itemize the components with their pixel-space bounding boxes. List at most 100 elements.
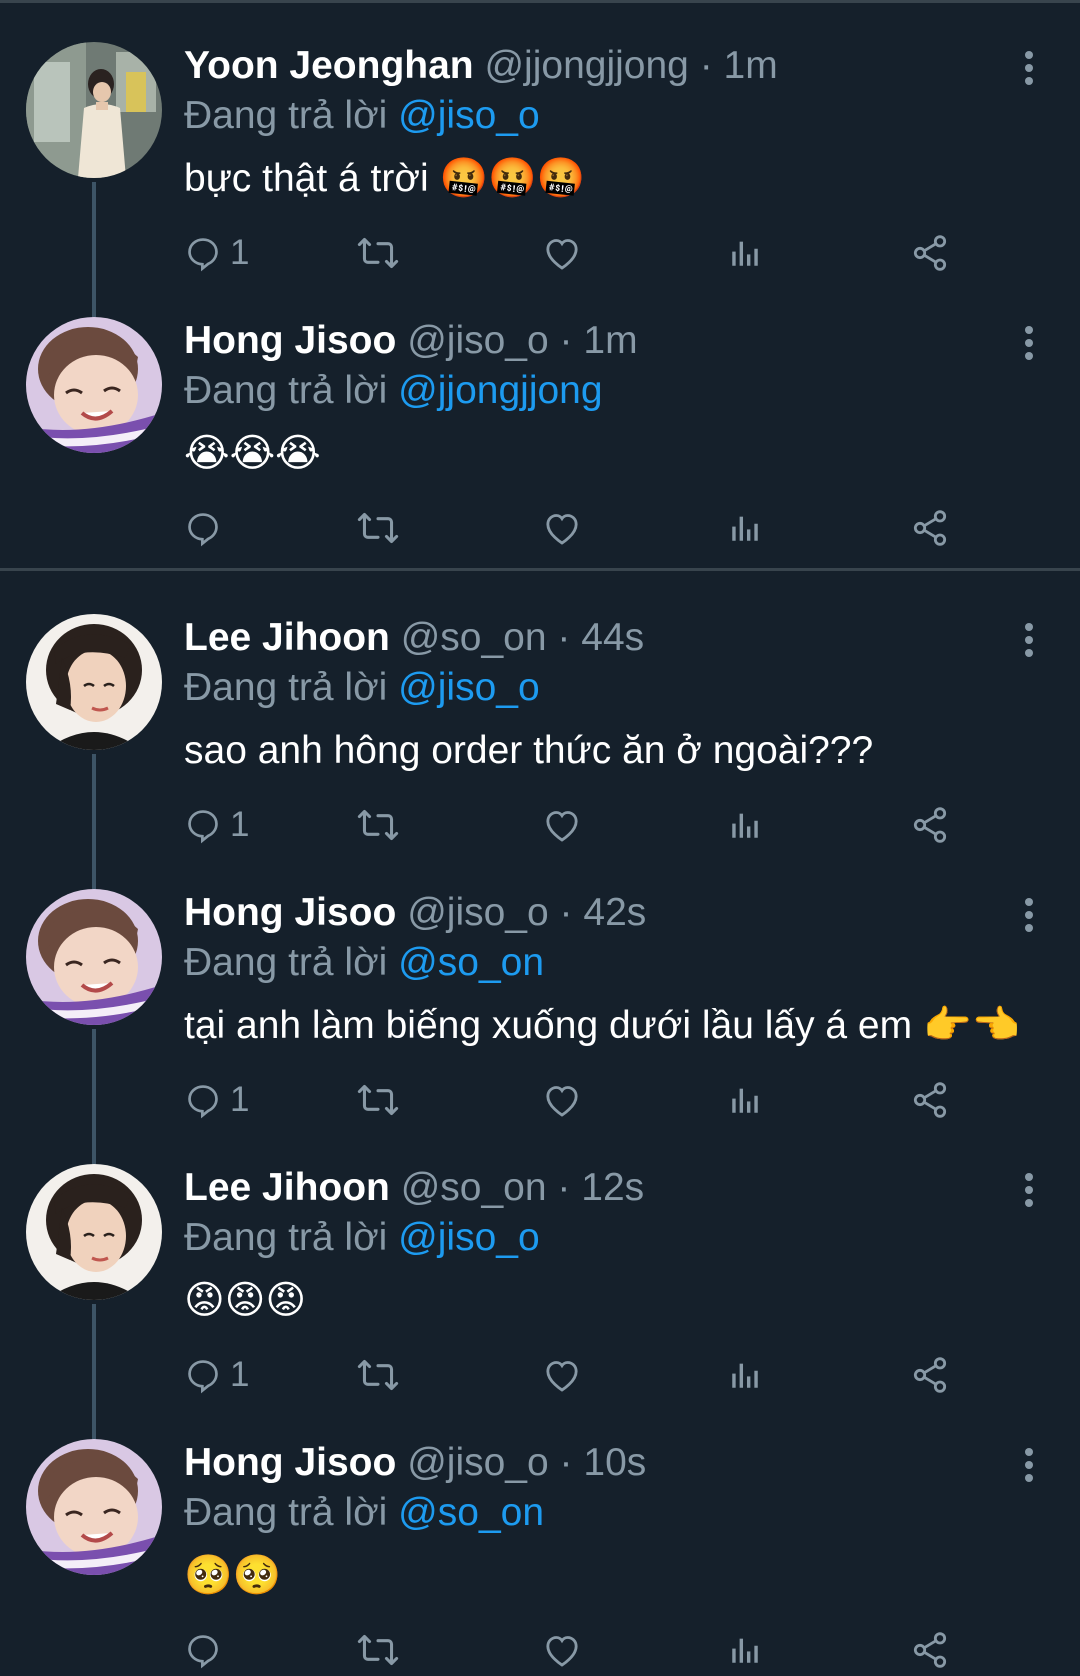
- tweet[interactable]: Lee Jihoon @so_on · 44s Đang trả lời @ji…: [0, 572, 1080, 891]
- tweet[interactable]: Yoon Jeonghan @jjongjjong · 1m Đang trả …: [0, 0, 1080, 319]
- separator-dot: ·: [559, 891, 573, 934]
- timestamp[interactable]: 44s: [581, 616, 644, 659]
- analytics-button[interactable]: [728, 503, 762, 553]
- more-options-icon[interactable]: [1024, 50, 1034, 86]
- timestamp[interactable]: 1m: [724, 44, 778, 87]
- reply-context: Đang trả lời @so_on: [184, 939, 1060, 987]
- reply-mention[interactable]: @jiso_o: [398, 94, 540, 137]
- heart-icon: [546, 1361, 578, 1392]
- tweet-text: 🥺🥺: [184, 1551, 1060, 1601]
- analytics-icon: [732, 813, 758, 838]
- user-handle[interactable]: @so_on: [401, 616, 547, 659]
- retweet-icon: [357, 1634, 399, 1666]
- timestamp[interactable]: 12s: [581, 1166, 644, 1209]
- share-button[interactable]: [910, 1350, 950, 1400]
- retweet-button[interactable]: [356, 1075, 400, 1125]
- retweet-button[interactable]: [356, 800, 400, 850]
- more-options-icon[interactable]: [1024, 1172, 1034, 1208]
- tweet[interactable]: Hong Jisoo @jiso_o · 42s Đang trả lời @s…: [0, 847, 1080, 1166]
- reply-icon: [188, 238, 218, 272]
- tweet[interactable]: Lee Jihoon @so_on · 12s Đang trả lời @ji…: [0, 1122, 1080, 1441]
- like-button[interactable]: [542, 1075, 582, 1125]
- user-handle[interactable]: @jiso_o: [407, 891, 549, 934]
- share-icon: [913, 235, 947, 271]
- display-name[interactable]: Hong Jisoo: [184, 891, 396, 934]
- more-options-icon[interactable]: [1024, 1447, 1034, 1483]
- analytics-button[interactable]: [728, 1625, 762, 1675]
- reply-button[interactable]: [184, 503, 230, 553]
- reply-mention[interactable]: @so_on: [398, 1491, 544, 1534]
- retweet-button[interactable]: [356, 228, 400, 278]
- retweet-button[interactable]: [356, 1350, 400, 1400]
- avatar-jeonghan-image: [26, 42, 162, 178]
- reply-mention[interactable]: @jiso_o: [398, 666, 540, 709]
- reply-icon: [188, 1360, 218, 1394]
- display-name[interactable]: Yoon Jeonghan: [184, 44, 474, 87]
- retweet-button[interactable]: [356, 1625, 400, 1675]
- reply-button[interactable]: 1: [184, 228, 249, 278]
- tweet[interactable]: Hong Jisoo @jiso_o · 10s Đang trả lời @s…: [0, 1397, 1080, 1672]
- user-handle[interactable]: @so_on: [401, 1166, 547, 1209]
- tweet-body: tại anh làm biếng xuống dưới lầu lấy á e…: [184, 1004, 913, 1047]
- more-options-icon[interactable]: [1024, 622, 1034, 658]
- like-button[interactable]: [542, 503, 582, 553]
- avatar[interactable]: [26, 1439, 162, 1575]
- user-handle[interactable]: @jjongjjong: [484, 44, 688, 87]
- separator-dot: ·: [557, 616, 571, 659]
- timestamp[interactable]: 42s: [583, 891, 646, 934]
- heart-icon: [546, 239, 578, 270]
- reply-prefix: Đang trả lời: [184, 941, 388, 984]
- like-button[interactable]: [542, 1625, 582, 1675]
- share-button[interactable]: [910, 1625, 950, 1675]
- heart-icon: [546, 1086, 578, 1117]
- like-button[interactable]: [542, 1350, 582, 1400]
- avatar[interactable]: [26, 317, 162, 453]
- analytics-button[interactable]: [728, 800, 762, 850]
- share-button[interactable]: [910, 503, 950, 553]
- display-name[interactable]: Hong Jisoo: [184, 319, 396, 362]
- reply-context: Đang trả lời @jjongjjong: [184, 367, 1060, 415]
- reply-mention[interactable]: @so_on: [398, 941, 544, 984]
- more-options-icon[interactable]: [1024, 897, 1034, 933]
- display-name[interactable]: Hong Jisoo: [184, 1441, 396, 1484]
- share-icon: [913, 1632, 947, 1668]
- user-handle[interactable]: @jiso_o: [407, 1441, 549, 1484]
- reply-mention[interactable]: @jjongjjong: [398, 369, 602, 412]
- share-button[interactable]: [910, 800, 950, 850]
- timestamp[interactable]: 10s: [583, 1441, 646, 1484]
- avatar[interactable]: [26, 614, 162, 750]
- tweet-actions: 1: [184, 1075, 1034, 1125]
- share-button[interactable]: [910, 228, 950, 278]
- tweet-actions: [184, 1625, 1034, 1675]
- share-button[interactable]: [910, 1075, 950, 1125]
- reply-button[interactable]: [184, 1625, 230, 1675]
- avatar[interactable]: [26, 1164, 162, 1300]
- timestamp[interactable]: 1m: [583, 319, 637, 362]
- tweet-actions: 1: [184, 800, 1034, 850]
- avatar[interactable]: [26, 42, 162, 178]
- reply-prefix: Đang trả lời: [184, 94, 388, 137]
- reply-context: Đang trả lời @jiso_o: [184, 92, 1060, 140]
- reply-mention[interactable]: @jiso_o: [398, 1216, 540, 1259]
- display-name[interactable]: Lee Jihoon: [184, 1166, 390, 1209]
- user-handle[interactable]: @jiso_o: [407, 319, 549, 362]
- reply-button[interactable]: 1: [184, 800, 249, 850]
- display-name[interactable]: Lee Jihoon: [184, 616, 390, 659]
- analytics-icon: [732, 1638, 758, 1663]
- like-button[interactable]: [542, 800, 582, 850]
- retweet-button[interactable]: [356, 503, 400, 553]
- analytics-button[interactable]: [728, 228, 762, 278]
- tweet[interactable]: Hong Jisoo @jiso_o · 1m Đang trả lời @jj…: [0, 275, 1080, 550]
- reply-icon: [188, 810, 218, 844]
- analytics-icon: [732, 516, 758, 541]
- more-options-icon[interactable]: [1024, 325, 1034, 361]
- avatar[interactable]: [26, 889, 162, 1025]
- retweet-icon: [357, 512, 399, 544]
- analytics-button[interactable]: [728, 1075, 762, 1125]
- tweet-text: tại anh làm biếng xuống dưới lầu lấy á e…: [184, 1001, 1060, 1051]
- analytics-button[interactable]: [728, 1350, 762, 1400]
- reply-button[interactable]: 1: [184, 1075, 249, 1125]
- tweet-emoji: 👉👈: [922, 1003, 1021, 1048]
- like-button[interactable]: [542, 228, 582, 278]
- reply-button[interactable]: 1: [184, 1350, 249, 1400]
